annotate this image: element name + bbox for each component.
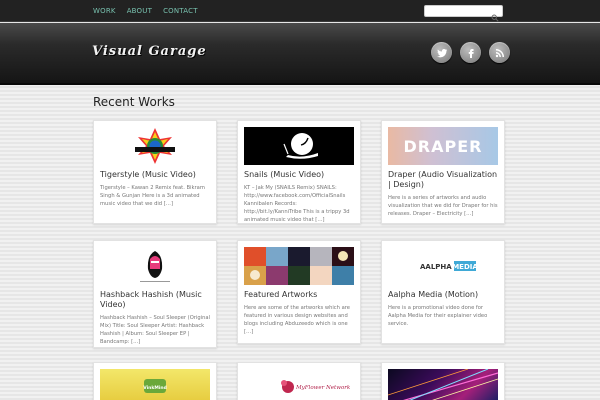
work-card-hashback-hashish[interactable]: Hashback Hashish (Music Video) Hashback … (93, 240, 217, 348)
work-card-excerpt: Here is a promotional video done for Aal… (388, 305, 488, 327)
work-card-aalpha-media[interactable]: AALPHA MEDIA Aalpha Media (Motion) Here … (381, 240, 505, 344)
facebook-icon (468, 48, 474, 58)
myflower-logo-text: MyFlower Network (295, 385, 351, 391)
work-card-excerpt: Here are some of the artworks which are … (244, 305, 350, 335)
work-card-excerpt: Here is a series of artworks and audio v… (388, 195, 498, 217)
work-card-title[interactable]: Featured Artworks (244, 290, 356, 300)
work-card-excerpt: Tigerstyle – Kawan 2 Remix feat. Bikram … (100, 185, 205, 207)
work-card-title[interactable]: Aalpha Media (Motion) (388, 290, 500, 300)
thumbnail-myflower-network: MyFlower Network (244, 369, 354, 400)
thumbnail-tigerstyle (100, 127, 210, 165)
top-navigation-bar: WORK ABOUT CONTACT (0, 0, 600, 22)
facebook-button[interactable] (460, 42, 481, 63)
search-icon[interactable] (491, 7, 499, 22)
thumbnail-featured-artworks (244, 247, 354, 285)
work-card-partial-3[interactable] (381, 362, 505, 400)
aalpha-thumb-text: AALPHA (420, 263, 452, 271)
work-card-title[interactable]: Tigerstyle (Music Video) (100, 170, 212, 180)
twitter-button[interactable] (431, 42, 452, 63)
nav-link-about[interactable]: ABOUT (127, 7, 152, 15)
draper-thumb-text: DRAPER (404, 137, 483, 156)
site-header: Visual Garage (0, 23, 600, 85)
thumbnail-vinkmind: VinkMind (100, 369, 210, 400)
media-thumb-text: MEDIA (452, 263, 478, 271)
vinkmind-logo-text: VinkMind (143, 385, 167, 391)
thumbnail-aalpha-media: AALPHA MEDIA (388, 247, 498, 285)
thumbnail-draper: DRAPER (388, 127, 498, 165)
work-card-snails[interactable]: Snails (Music Video) KT – Jak My (SNAILS… (237, 120, 361, 224)
main-nav: WORK ABOUT CONTACT (93, 7, 198, 15)
nav-link-work[interactable]: WORK (93, 7, 116, 15)
work-card-title[interactable]: Snails (Music Video) (244, 170, 356, 180)
thumbnail-hashback-hashish (100, 247, 210, 285)
work-card-partial-2[interactable]: MyFlower Network (237, 362, 361, 400)
work-card-excerpt: Hashback Hashish – Soul Sleeper (Origina… (100, 315, 210, 345)
nav-link-contact[interactable]: CONTACT (163, 7, 198, 15)
thumbnail-light-streaks (388, 369, 498, 400)
section-title-recent-works: Recent Works (93, 95, 175, 109)
rss-icon (495, 48, 504, 57)
work-card-tigerstyle[interactable]: Tigerstyle (Music Video) Tigerstyle – Ka… (93, 120, 217, 224)
work-card-title[interactable]: Draper (Audio Visualization | Design) (388, 170, 500, 190)
search-box (424, 5, 503, 22)
work-card-featured-artworks[interactable]: Featured Artworks Here are some of the a… (237, 240, 361, 344)
rss-button[interactable] (489, 42, 510, 63)
site-logo[interactable]: Visual Garage (92, 44, 207, 59)
work-card-excerpt: KT – Jak My (SNAILS Remix) SNAILS: http:… (244, 185, 350, 223)
search-input[interactable] (428, 7, 490, 16)
work-card-title[interactable]: Hashback Hashish (Music Video) (100, 290, 212, 310)
thumbnail-snails (244, 127, 354, 165)
work-card-draper[interactable]: DRAPER Draper (Audio Visualization | Des… (381, 120, 505, 224)
work-card-partial-1[interactable]: VinkMind (93, 362, 217, 400)
twitter-bird-icon (436, 48, 447, 57)
social-links (431, 42, 510, 63)
